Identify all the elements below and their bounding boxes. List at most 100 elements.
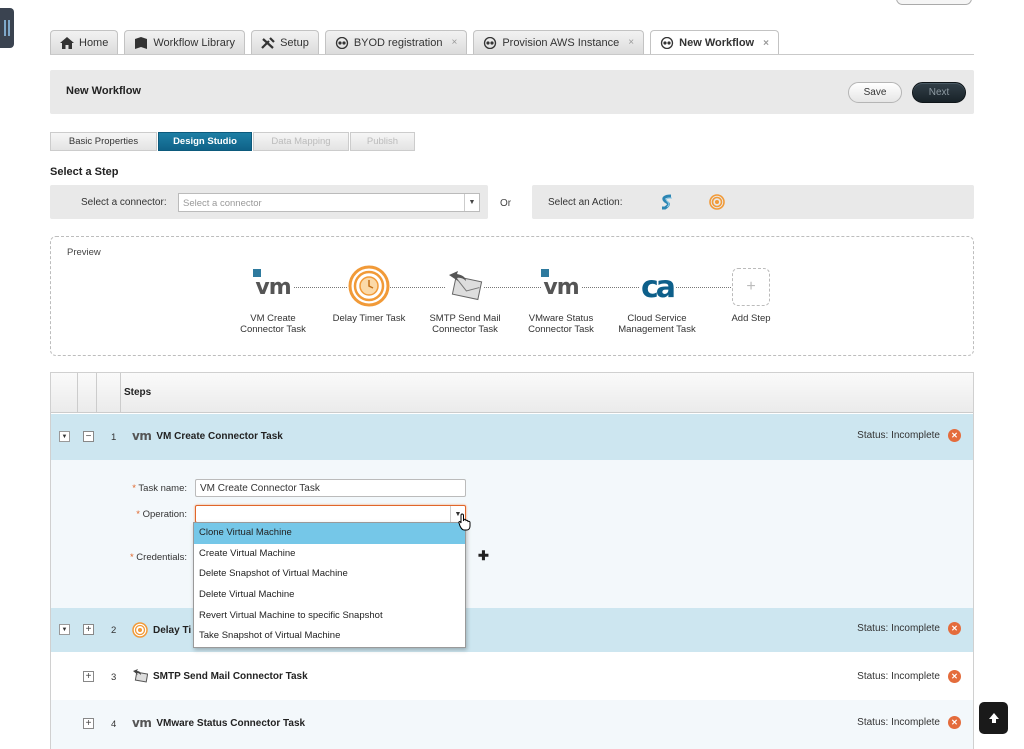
close-icon[interactable]: × xyxy=(451,37,457,48)
step-details-form: * Task name: VM Create Connector Task * … xyxy=(51,460,973,608)
tab-setup[interactable]: Setup xyxy=(251,30,319,54)
close-icon[interactable]: × xyxy=(628,37,634,48)
connector-label: Select a connector: xyxy=(81,197,167,208)
preview-step-label: Connector Task xyxy=(528,324,594,335)
vm-icon: vm xyxy=(132,429,152,443)
step-name: vm VMware Status Connector Task xyxy=(132,716,306,730)
operation-option[interactable]: Create Virtual Machine xyxy=(194,544,465,565)
preview-label: Preview xyxy=(67,247,101,258)
operation-dropdown-menu: Clone Virtual Machine Create Virtual Mac… xyxy=(193,522,466,648)
side-panel-handle[interactable] xyxy=(0,8,14,48)
row-menu-icon[interactable]: ▼ xyxy=(59,431,70,442)
preview-step[interactable]: vm VM Create Connector Task xyxy=(225,267,321,335)
collapse-icon[interactable]: − xyxy=(83,431,94,442)
tab-design-studio[interactable]: Design Studio xyxy=(158,132,252,151)
tab-workflow-library[interactable]: Workflow Library xyxy=(124,30,246,54)
mail-icon xyxy=(133,669,148,683)
tab-label: Home xyxy=(79,36,109,49)
step-number: 3 xyxy=(111,672,117,683)
operation-option[interactable]: Revert Virtual Machine to specific Snaps… xyxy=(194,606,465,627)
step-status: Status: Incomplete xyxy=(857,430,940,441)
save-button[interactable]: Save xyxy=(848,82,902,103)
steps-table: Steps ▼ − 1 vm VM Create Connector Task S… xyxy=(50,372,974,749)
preview-step-label: Delay Timer Task xyxy=(332,313,406,324)
scroll-to-top-button[interactable] xyxy=(979,702,1008,734)
expand-icon[interactable]: + xyxy=(83,671,94,682)
step-status: Status: Incomplete xyxy=(857,717,940,728)
action-label: Select an Action: xyxy=(548,197,623,208)
table-row[interactable]: + 4 vm VMware Status Connector Task Statu… xyxy=(51,700,973,749)
connector-select[interactable]: Select a connector ▼ xyxy=(178,193,480,212)
select-step-heading: Select a Step xyxy=(50,166,119,178)
connector-bar: Select a connector: Select a connector ▼ xyxy=(50,185,488,219)
step-status: Status: Incomplete xyxy=(857,623,940,634)
tab-provision-aws-instance[interactable]: Provision AWS Instance × xyxy=(473,30,645,54)
operation-option[interactable]: Clone Virtual Machine xyxy=(194,523,465,544)
preview-step-label: Connector Task xyxy=(240,324,306,335)
preview-step[interactable]: SMTP Send Mail Connector Task xyxy=(417,267,513,335)
operation-label: * Operation: xyxy=(136,509,187,520)
tab-publish: Publish xyxy=(350,132,415,151)
preview-step[interactable]: Delay Timer Task xyxy=(321,264,417,324)
operation-option[interactable]: Take Snapshot of Virtual Machine xyxy=(194,626,465,647)
step-number: 1 xyxy=(111,432,117,443)
workflow-icon xyxy=(335,36,349,49)
incomplete-icon: ✕ xyxy=(948,716,961,729)
tab-basic-properties[interactable]: Basic Properties xyxy=(50,132,157,151)
arrow-up-icon xyxy=(988,713,999,723)
tools-icon xyxy=(261,36,275,49)
vm-icon: vm xyxy=(132,716,152,730)
vm-icon: vm xyxy=(253,268,293,300)
table-row[interactable]: ▼ + 2 Delay Ti Status: Incomplete ✕ xyxy=(51,608,973,652)
operation-option[interactable]: Delete Virtual Machine xyxy=(194,585,465,606)
home-icon xyxy=(60,36,74,49)
step-name: vm VM Create Connector Task xyxy=(132,429,283,443)
workflow-icon xyxy=(660,36,674,50)
incomplete-icon: ✕ xyxy=(948,429,961,442)
next-button[interactable]: Next xyxy=(912,82,966,103)
chevron-down-icon[interactable]: ▼ xyxy=(464,194,479,211)
row-menu-icon[interactable]: ▼ xyxy=(59,624,70,635)
add-step-label: Add Step xyxy=(731,313,771,324)
add-credentials-icon[interactable]: ✚ xyxy=(478,548,489,564)
tab-label: New Workflow xyxy=(679,37,755,49)
task-name-input[interactable]: VM Create Connector Task xyxy=(195,479,466,497)
operation-select[interactable]: ▼ xyxy=(195,505,466,523)
task-name-label: * Task name: xyxy=(132,483,187,494)
step-name: SMTP Send Mail Connector Task xyxy=(132,668,308,684)
operation-option[interactable]: Delete Snapshot of Virtual Machine xyxy=(194,564,465,585)
tab-label: Provision AWS Instance xyxy=(502,36,620,49)
incomplete-icon: ✕ xyxy=(948,622,961,635)
add-step[interactable]: + Add Step xyxy=(703,267,799,324)
timer-action-icon[interactable] xyxy=(709,194,725,210)
hand-cursor-icon xyxy=(458,513,472,534)
timer-icon xyxy=(348,264,390,310)
tab-home[interactable]: Home xyxy=(50,30,119,54)
expand-icon[interactable]: + xyxy=(83,718,94,729)
action-bar: Select an Action: xyxy=(532,185,974,219)
vm-icon: vm xyxy=(541,268,581,300)
expand-icon[interactable]: + xyxy=(83,624,94,635)
workflow-header: New Workflow Save Next xyxy=(50,70,974,114)
step-name: Delay Ti xyxy=(132,622,191,638)
preview-step-label: Cloud Service xyxy=(627,313,687,324)
tab-byod-registration[interactable]: BYOD registration × xyxy=(324,30,468,54)
steps-table-header: Steps xyxy=(51,373,973,413)
preview-step-label: VM Create xyxy=(250,313,296,324)
table-row[interactable]: ▼ − 1 vm VM Create Connector Task Status:… xyxy=(51,414,973,460)
connector-placeholder: Select a connector xyxy=(183,198,262,209)
top-right-control[interactable] xyxy=(896,0,972,5)
or-label: Or xyxy=(500,198,512,209)
close-icon[interactable]: × xyxy=(763,38,769,49)
preview-step[interactable]: ca Cloud Service Management Task xyxy=(609,267,705,335)
preview-step-label: Management Task xyxy=(618,324,696,335)
step-number: 2 xyxy=(111,625,117,636)
plus-icon[interactable]: + xyxy=(732,268,770,306)
incomplete-icon: ✕ xyxy=(948,670,961,683)
tab-new-workflow[interactable]: New Workflow × xyxy=(650,30,779,55)
table-row[interactable]: + 3 SMTP Send Mail Connector Task Status… xyxy=(51,652,973,700)
tab-label: BYOD registration xyxy=(353,36,443,49)
script-action-icon[interactable] xyxy=(659,194,675,210)
preview-step[interactable]: vm VMware Status Connector Task xyxy=(513,267,609,335)
mail-icon xyxy=(446,268,484,306)
